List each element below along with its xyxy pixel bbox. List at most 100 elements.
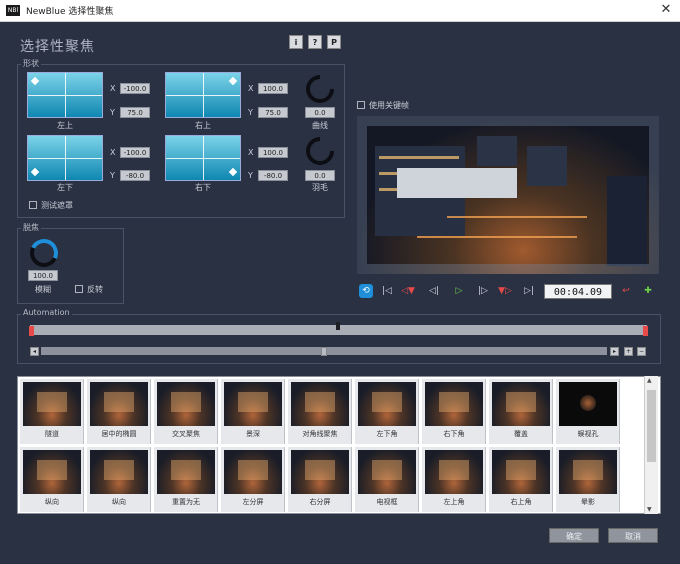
preset-item[interactable]: 重置为无 — [154, 447, 218, 512]
top-right-x-field[interactable]: 100.0 — [258, 83, 288, 94]
video-preview — [357, 116, 659, 274]
info-button[interactable]: i — [289, 35, 303, 49]
preset-item[interactable]: 左分屏 — [221, 447, 285, 512]
playhead-marker[interactable] — [336, 322, 340, 330]
scroll-down-icon[interactable]: ▼ — [647, 506, 652, 513]
y-label: Y — [110, 108, 115, 117]
preset-thumbnail — [157, 382, 215, 426]
top-left-x-field[interactable]: -100.0 — [120, 83, 150, 94]
y-label: Y — [248, 171, 253, 180]
delete-keyframe-button[interactable]: ↩ — [619, 284, 633, 298]
bottom-right-shape-tile[interactable] — [165, 135, 241, 181]
preset-item[interactable]: 交叉聚焦 — [154, 379, 218, 444]
preset-item[interactable]: 左上角 — [422, 447, 486, 512]
step-back-button[interactable]: ◁| — [427, 284, 441, 298]
timecode-display[interactable]: 00:04.09 — [544, 284, 612, 299]
preset-item[interactable]: 左下角 — [355, 379, 419, 444]
preset-thumbnail — [425, 450, 483, 494]
go-to-start-button[interactable]: |◁ — [380, 284, 394, 298]
preset-item[interactable]: 晕影 — [556, 447, 620, 512]
cancel-button[interactable]: 取消 — [608, 528, 658, 543]
previous-keyframe-button[interactable]: ◁▼ — [401, 284, 415, 298]
automation-group-label: Automation — [21, 308, 72, 317]
invert-label: 反转 — [87, 285, 103, 294]
help-button[interactable]: ? — [308, 35, 322, 49]
bottom-left-label: 左下 — [57, 183, 73, 192]
preset-label: 左上角 — [443, 498, 465, 506]
app-logo-icon: NBl — [6, 5, 20, 16]
zoom-in-button[interactable]: + — [624, 347, 633, 356]
preset-item[interactable]: 右上角 — [489, 447, 553, 512]
next-keyframe-button[interactable]: ▼▷ — [498, 284, 512, 298]
add-keyframe-button[interactable]: ✚ — [641, 284, 655, 298]
y-label: Y — [110, 171, 115, 180]
x-label: X — [110, 148, 116, 157]
preset-item[interactable]: 隧道 — [20, 379, 84, 444]
bottom-left-x-field[interactable]: -100.0 — [120, 147, 150, 158]
feather-value-field[interactable]: 0.0 — [305, 170, 335, 181]
preset-thumbnail — [358, 382, 416, 426]
corner-handle-icon[interactable] — [228, 76, 238, 86]
preset-item[interactable]: 右分屏 — [288, 447, 352, 512]
loop-button[interactable]: ⟲ — [359, 284, 373, 298]
bottom-left-shape-tile[interactable] — [27, 135, 103, 181]
top-left-y-field[interactable]: 75.0 — [120, 107, 150, 118]
scrollbar-thumb[interactable] — [321, 347, 327, 356]
scroll-up-icon[interactable]: ▲ — [647, 377, 652, 384]
close-button[interactable]: ✕ — [658, 2, 674, 18]
invert-checkbox[interactable] — [75, 285, 83, 293]
preset-label: 隧道 — [45, 430, 59, 438]
top-left-shape-tile[interactable] — [27, 72, 103, 118]
preset-label: 纵向 — [112, 498, 126, 506]
zoom-out-button[interactable]: − — [637, 347, 646, 356]
preset-thumbnail — [358, 450, 416, 494]
ok-button[interactable]: 确定 — [549, 528, 599, 543]
corner-handle-icon[interactable] — [228, 167, 238, 177]
end-keyframe-marker[interactable] — [643, 326, 648, 336]
bottom-right-y-field[interactable]: -80.0 — [258, 170, 288, 181]
preset-item[interactable]: 纵向 — [87, 447, 151, 512]
start-keyframe-marker[interactable] — [29, 326, 34, 336]
test-mask-label: 测试遮罩 — [41, 201, 73, 210]
bottom-left-y-field[interactable]: -80.0 — [120, 170, 150, 181]
preset-item[interactable]: 景深 — [221, 379, 285, 444]
preset-item[interactable]: 蜈视孔 — [556, 379, 620, 444]
top-right-label: 右上 — [195, 121, 211, 130]
preset-item[interactable]: 对角线聚焦 — [288, 379, 352, 444]
preset-label: 晕影 — [581, 498, 595, 506]
preset-item[interactable]: 居中的椭圆 — [87, 379, 151, 444]
preset-label: 纵向 — [45, 498, 59, 506]
go-to-end-button[interactable]: ▷| — [522, 284, 536, 298]
curve-value-field[interactable]: 0.0 — [305, 107, 335, 118]
bottom-right-x-field[interactable]: 100.0 — [258, 147, 288, 158]
corner-handle-icon[interactable] — [30, 76, 40, 86]
preset-label: 居中的椭圆 — [101, 430, 137, 438]
preset-scrollbar[interactable]: ▲ ▼ — [644, 376, 658, 514]
blur-value-field[interactable]: 100.0 — [28, 270, 58, 281]
presets-button[interactable]: P — [327, 35, 341, 49]
preset-item[interactable]: 纵向 — [20, 447, 84, 512]
preset-thumbnail — [492, 382, 550, 426]
corner-handle-icon[interactable] — [30, 167, 40, 177]
preset-label: 右上角 — [510, 498, 532, 506]
curve-label: 曲线 — [312, 121, 328, 130]
y-label: Y — [248, 108, 253, 117]
scroll-right-icon[interactable]: ▸ — [610, 347, 619, 356]
preset-item[interactable]: 右下角 — [422, 379, 486, 444]
play-button[interactable]: ▷ — [452, 284, 466, 298]
preset-item[interactable]: 覆盖 — [489, 379, 553, 444]
preset-gallery: 隧道 居中的椭圆 交叉聚焦 景深 对角线聚焦 左下角 右下角 覆盖 蜈视孔纵向 纵向 重置为无 左分屏… — [17, 376, 661, 514]
preset-thumbnail — [90, 450, 148, 494]
test-mask-checkbox[interactable] — [29, 201, 37, 209]
top-right-shape-tile[interactable] — [165, 72, 241, 118]
top-right-y-field[interactable]: 75.0 — [258, 107, 288, 118]
scroll-left-icon[interactable]: ◂ — [30, 347, 39, 356]
preset-item[interactable]: 电视框 — [355, 447, 419, 512]
bottom-right-label: 右下 — [195, 183, 211, 192]
use-keyframes-checkbox[interactable] — [357, 101, 365, 109]
step-forward-button[interactable]: |▷ — [476, 284, 490, 298]
blur-label: 模糊 — [35, 285, 51, 294]
preset-label: 对角线聚焦 — [302, 430, 338, 438]
x-label: X — [248, 148, 254, 157]
preset-scrollbar-thumb[interactable] — [647, 390, 656, 462]
